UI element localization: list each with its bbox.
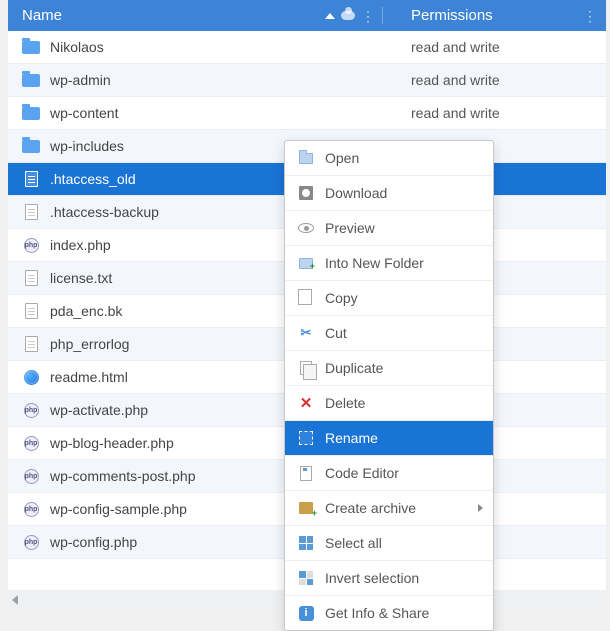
download-icon — [299, 186, 313, 200]
menu-item-label: Invert selection — [325, 570, 419, 586]
cut-icon: ✂ — [301, 325, 312, 341]
menu-item-rename[interactable]: Rename — [285, 421, 493, 456]
sort-indicator: ⋮ — [325, 9, 374, 23]
name-cell: Nikolaos — [8, 39, 383, 55]
menu-item-info[interactable]: i Get Info & Share — [285, 596, 493, 630]
php-file-icon: php — [24, 502, 39, 517]
menu-item-cut[interactable]: ✂ Cut — [285, 316, 493, 351]
name-cell: wp-admin — [8, 72, 383, 88]
submenu-arrow-icon — [478, 504, 483, 512]
menu-item-label: Delete — [325, 395, 365, 411]
menu-item-dup[interactable]: Duplicate — [285, 351, 493, 386]
menu-item-label: Rename — [325, 430, 378, 446]
php-file-icon: php — [24, 535, 39, 550]
folder-icon — [22, 140, 40, 153]
menu-item-selall[interactable]: Select all — [285, 526, 493, 561]
file-name: php_errorlog — [50, 336, 129, 352]
file-name: wp-blog-header.php — [50, 435, 174, 451]
menu-item-label: Select all — [325, 535, 382, 551]
open-icon — [299, 153, 313, 164]
column-header-name-label: Name — [22, 7, 62, 24]
folder-icon — [22, 107, 40, 120]
file-name: wp-config-sample.php — [50, 501, 187, 517]
menu-item-del[interactable]: ✕ Delete — [285, 386, 493, 421]
menu-item-label: Download — [325, 185, 387, 201]
new-folder-icon — [299, 258, 313, 269]
file-name: wp-content — [50, 105, 118, 121]
file-name: .htaccess-backup — [50, 204, 159, 220]
menu-item-label: Create archive — [325, 500, 416, 516]
menu-item-label: Get Info & Share — [325, 605, 429, 621]
column-header-name[interactable]: Name ⋮ — [8, 7, 383, 24]
menu-item-open[interactable]: Open — [285, 141, 493, 176]
file-name: .htaccess_old — [50, 171, 136, 187]
php-file-icon: php — [24, 403, 39, 418]
file-name: pda_enc.bk — [50, 303, 122, 319]
table-row[interactable]: wp-admin read and write — [8, 64, 606, 97]
file-icon — [25, 303, 38, 319]
folder-icon — [22, 74, 40, 87]
menu-item-label: Open — [325, 150, 359, 166]
menu-item-label: Cut — [325, 325, 347, 341]
file-name: readme.html — [50, 369, 128, 385]
file-icon — [25, 336, 38, 352]
column-grip-icon[interactable]: ⋮ — [361, 9, 374, 23]
select-all-icon — [299, 536, 313, 550]
menu-item-label: Preview — [325, 220, 375, 236]
code-editor-icon — [300, 466, 312, 481]
file-name: wp-comments-post.php — [50, 468, 196, 484]
rename-icon — [299, 431, 313, 445]
column-grip-icon[interactable]: ⋮ — [583, 9, 596, 23]
menu-item-archive[interactable]: Create archive — [285, 491, 493, 526]
file-name: wp-admin — [50, 72, 111, 88]
table-row[interactable]: Nikolaos read and write — [8, 31, 606, 64]
delete-icon: ✕ — [300, 394, 313, 412]
permissions-cell: read and write — [383, 39, 606, 55]
file-icon — [25, 204, 38, 220]
cloud-icon — [341, 11, 355, 20]
php-file-icon: php — [24, 469, 39, 484]
scroll-left-icon[interactable] — [12, 595, 18, 605]
info-icon: i — [299, 606, 314, 621]
menu-item-preview[interactable]: Preview — [285, 211, 493, 246]
menu-item-copy[interactable]: Copy — [285, 281, 493, 316]
menu-item-label: Code Editor — [325, 465, 399, 481]
column-header-permissions[interactable]: Permissions ⋮ — [383, 7, 606, 24]
file-name: license.txt — [50, 270, 112, 286]
duplicate-icon — [300, 361, 312, 375]
menu-item-newfolder[interactable]: Into New Folder — [285, 246, 493, 281]
html-file-icon — [24, 370, 39, 385]
permissions-cell: read and write — [383, 72, 606, 88]
menu-item-label: Duplicate — [325, 360, 383, 376]
preview-icon — [298, 223, 314, 233]
file-name: wp-config.php — [50, 534, 137, 550]
menu-item-label: Copy — [325, 290, 358, 306]
file-name: wp-includes — [50, 138, 124, 154]
file-icon — [25, 171, 38, 187]
file-icon — [25, 270, 38, 286]
table-header: Name ⋮ Permissions ⋮ — [8, 0, 606, 31]
context-menu: Open Download Preview Into New Folder Copy ✂ C… — [284, 140, 494, 631]
menu-item-label: Into New Folder — [325, 255, 424, 271]
column-header-permissions-label: Permissions — [411, 7, 493, 24]
sort-asc-icon — [325, 13, 335, 19]
archive-icon — [299, 502, 313, 514]
folder-icon — [22, 41, 40, 54]
permissions-cell: read and write — [383, 105, 606, 121]
file-name: wp-activate.php — [50, 402, 148, 418]
invert-selection-icon — [299, 571, 313, 585]
menu-item-code[interactable]: Code Editor — [285, 456, 493, 491]
menu-item-download[interactable]: Download — [285, 176, 493, 211]
table-row[interactable]: wp-content read and write — [8, 97, 606, 130]
file-name: index.php — [50, 237, 111, 253]
file-browser: Name ⋮ Permissions ⋮ Nikolaos read and wr… — [8, 0, 606, 610]
php-file-icon: php — [24, 436, 39, 451]
menu-item-invert[interactable]: Invert selection — [285, 561, 493, 596]
file-name: Nikolaos — [50, 39, 104, 55]
copy-icon — [300, 291, 312, 305]
php-file-icon: php — [24, 238, 39, 253]
name-cell: wp-content — [8, 105, 383, 121]
